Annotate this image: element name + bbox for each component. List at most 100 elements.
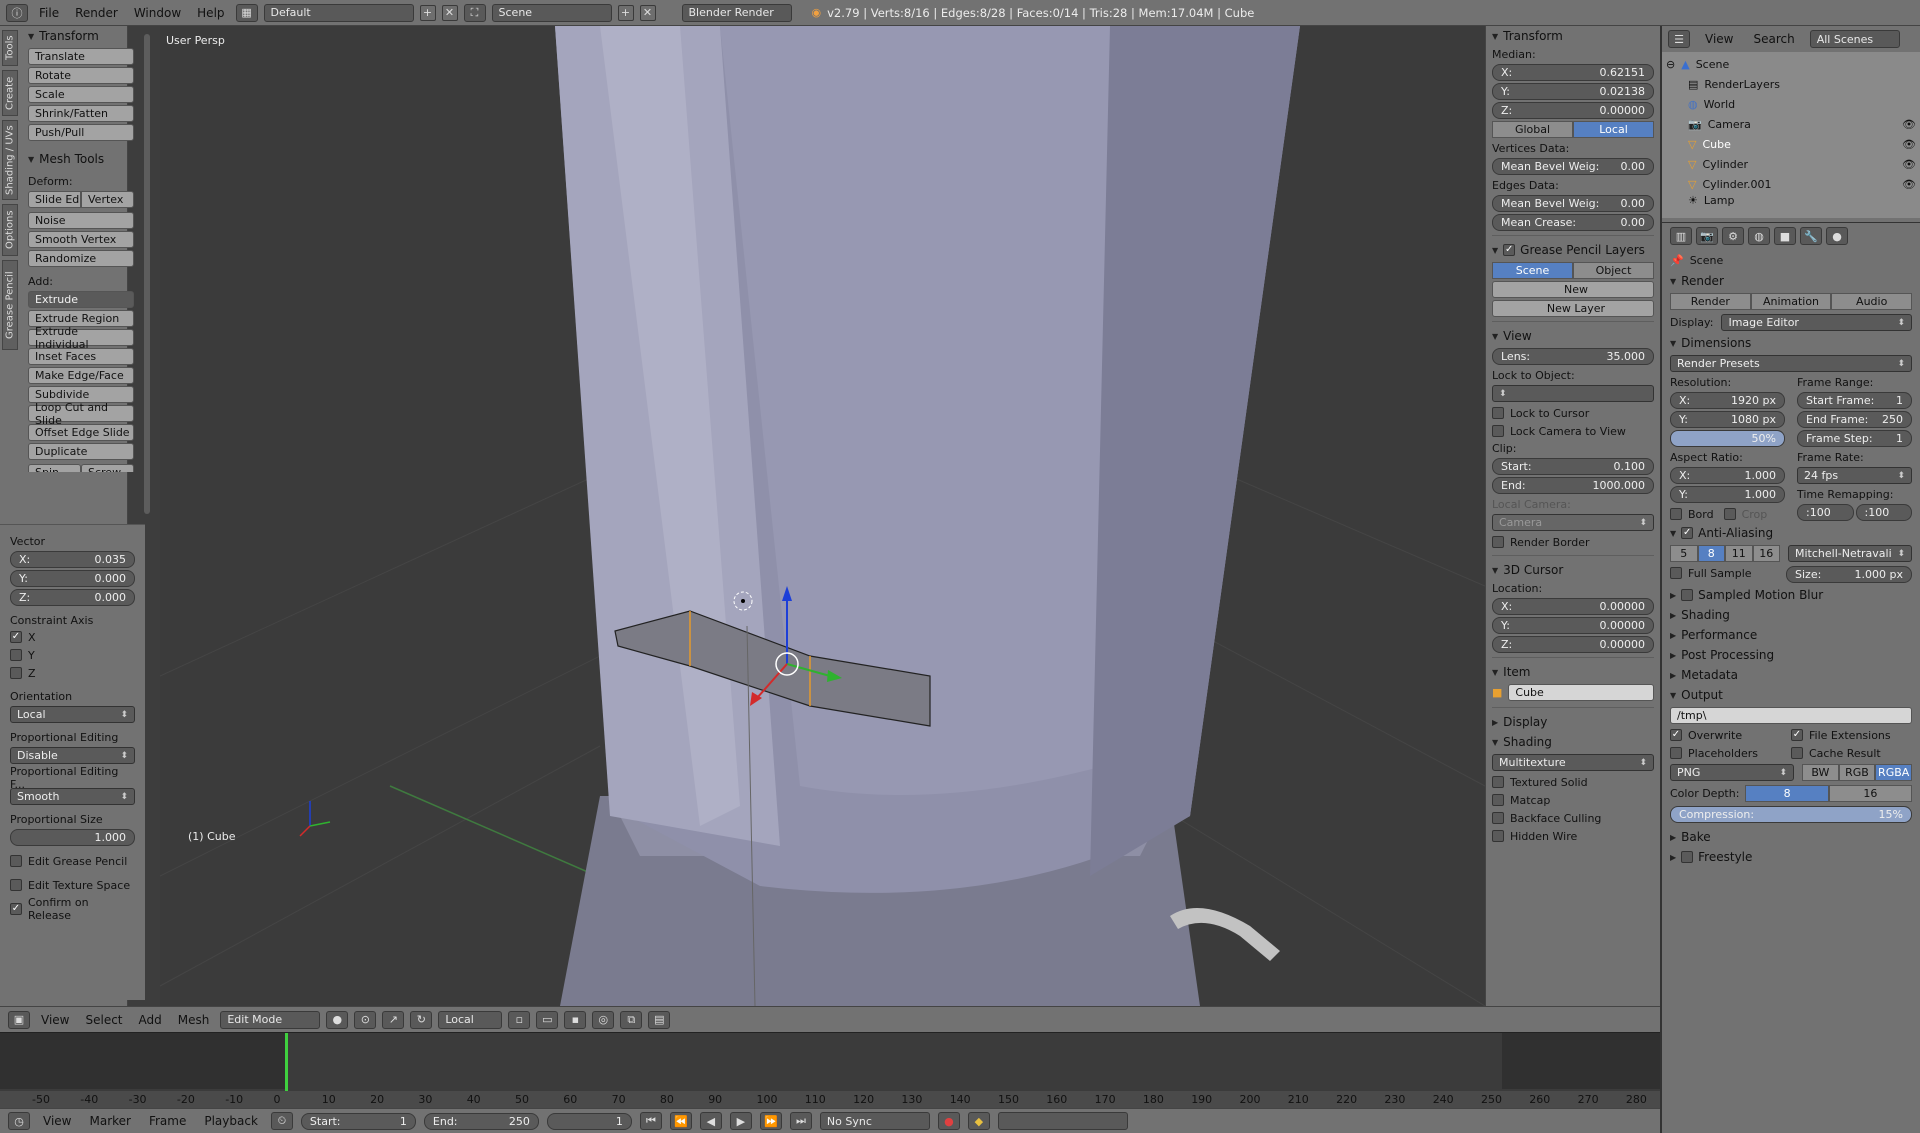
tl-menu-frame[interactable]: Frame (144, 1114, 191, 1128)
lock-object-field[interactable] (1492, 385, 1654, 402)
inset-faces-button[interactable]: Inset Faces (28, 348, 134, 365)
hidden-wire-checkbox[interactable] (1492, 830, 1504, 842)
motion-blur-title[interactable]: Sampled Motion Blur (1698, 588, 1823, 602)
outliner-item-lamp[interactable]: Lamp (1704, 194, 1735, 206)
edit-texture-space-checkbox[interactable] (10, 879, 22, 891)
cylinder001-visibility-icon[interactable]: 👁 (1902, 178, 1916, 191)
vp-menu-mesh[interactable]: Mesh (173, 1013, 215, 1027)
cursor-z-field[interactable]: 0.00000 (1600, 638, 1646, 651)
freestyle-title[interactable]: Freestyle (1698, 850, 1752, 864)
play-reverse-icon[interactable]: ◀ (699, 1112, 722, 1130)
camera-visibility-icon[interactable]: 👁 (1902, 118, 1916, 131)
end-frame-field[interactable]: 250 (1882, 413, 1903, 426)
border-checkbox[interactable] (1670, 508, 1682, 520)
vector-x-field[interactable]: 0.035 (95, 553, 127, 566)
post-processing-title[interactable]: Post Processing (1681, 648, 1774, 662)
tl-current-frame-field[interactable]: 1 (616, 1115, 623, 1128)
matcap-checkbox[interactable] (1492, 794, 1504, 806)
constraint-x-checkbox[interactable]: ✓ (10, 631, 22, 643)
cache-result-checkbox[interactable] (1791, 747, 1803, 759)
material-tab-icon[interactable]: ● (1826, 227, 1848, 245)
pivot-point-icon[interactable]: ⊙ (354, 1010, 377, 1029)
menu-render[interactable]: Render (70, 6, 123, 20)
view-panel-title[interactable]: View (1503, 329, 1531, 343)
grease-pencil-title[interactable]: Grease Pencil Layers (1520, 243, 1645, 257)
cylinder-visibility-icon[interactable]: 👁 (1902, 158, 1916, 171)
record-icon[interactable]: ● (937, 1112, 960, 1130)
constraint-y-checkbox[interactable] (10, 649, 22, 661)
properties-type-icon[interactable]: ▥ (1670, 227, 1692, 245)
frame-step-field[interactable]: 1 (1896, 432, 1903, 445)
outliner-item-scene[interactable]: Scene (1696, 58, 1730, 71)
shading-title[interactable]: Shading (1681, 608, 1730, 622)
outliner-item-camera[interactable]: Camera (1708, 118, 1751, 131)
vp-menu-view[interactable]: View (36, 1013, 74, 1027)
color-rgb-toggle[interactable]: RGB (1838, 764, 1876, 781)
add-scene-button[interactable]: + (617, 4, 634, 21)
display-select[interactable]: Image Editor (1721, 314, 1912, 331)
keying-set-icon[interactable]: ◆ (967, 1112, 990, 1130)
transform-panel-title[interactable]: Transform (39, 29, 99, 43)
3d-viewport[interactable]: User Persp (1) Cube (160, 26, 1485, 1006)
editor-type-icon[interactable]: ▣ (8, 1010, 30, 1029)
world-tab-icon[interactable]: ◍ (1748, 227, 1770, 245)
shading-mode-select[interactable]: Multitexture (1492, 754, 1654, 771)
edge-select-icon[interactable]: ▭ (536, 1010, 559, 1029)
item-panel-title[interactable]: Item (1503, 665, 1530, 679)
duplicate-button[interactable]: Duplicate (28, 443, 134, 460)
metadata-title[interactable]: Metadata (1681, 668, 1738, 682)
mean-crease-field[interactable]: 0.00 (1621, 216, 1646, 229)
anti-aliasing-checkbox[interactable]: ✓ (1681, 527, 1694, 539)
aa-filter-select[interactable]: Mitchell-Netravali (1788, 545, 1912, 562)
gp-new-button[interactable]: New (1492, 281, 1654, 298)
median-y-field[interactable]: 0.02138 (1600, 85, 1646, 98)
aa-samples-5[interactable]: 5 (1670, 545, 1698, 562)
tab-options[interactable]: Options (2, 204, 18, 256)
noise-button[interactable]: Noise (28, 212, 134, 229)
cursor-x-field[interactable]: 0.00000 (1600, 600, 1646, 613)
jump-keyframe-forward-icon[interactable]: ⏩ (759, 1112, 782, 1130)
object-tab-icon[interactable]: ■ (1774, 227, 1796, 245)
jump-start-icon[interactable]: ⏮ (639, 1112, 662, 1130)
rotate-button[interactable]: Rotate (28, 67, 134, 84)
output-path-field[interactable]: /tmp\ (1670, 707, 1912, 724)
aa-samples-8[interactable]: 8 (1697, 545, 1725, 562)
render-tab-icon[interactable]: 📷 (1696, 227, 1718, 245)
use-preview-range-icon[interactable]: ⏲ (270, 1112, 293, 1130)
global-toggle[interactable]: Global (1492, 121, 1573, 138)
res-percent-field[interactable]: 50% (1752, 432, 1776, 445)
make-edge-face-button[interactable]: Make Edge/Face (28, 367, 134, 384)
manipulator-rotate-icon[interactable]: ↻ (410, 1010, 433, 1029)
snap-icon[interactable]: ⧉ (620, 1010, 643, 1029)
scale-button[interactable]: Scale (28, 86, 134, 103)
outliner-item-cylinder001[interactable]: Cylinder.001 (1702, 178, 1771, 191)
textured-solid-checkbox[interactable] (1492, 776, 1504, 788)
file-format-select[interactable]: PNG (1670, 764, 1794, 781)
aa-samples-11[interactable]: 11 (1725, 545, 1753, 562)
outliner-search-menu[interactable]: Search (1748, 32, 1799, 46)
screen-layout-field[interactable]: Default (263, 3, 414, 22)
aa-samples-16[interactable]: 16 (1752, 545, 1780, 562)
push-pull-button[interactable]: Push/Pull (28, 124, 134, 141)
display-mode-select[interactable]: All Scenes (1809, 30, 1900, 48)
outliner-type-icon[interactable]: ☰ (1668, 30, 1690, 48)
shrink-fatten-button[interactable]: Shrink/Fatten (28, 105, 134, 122)
outliner-item-renderlayers[interactable]: RenderLayers (1704, 78, 1780, 91)
n-transform-title[interactable]: Transform (1503, 29, 1563, 43)
tl-start-field[interactable]: 1 (400, 1115, 407, 1128)
outliner-view-menu[interactable]: View (1700, 32, 1738, 46)
manipulator-translate-icon[interactable]: ↗ (382, 1010, 405, 1029)
motion-blur-checkbox[interactable] (1681, 589, 1694, 601)
spin-button[interactable]: Spin (28, 464, 81, 472)
slide-edge-button[interactable]: Slide Ed (28, 191, 81, 208)
depth-8-toggle[interactable]: 8 (1745, 785, 1829, 802)
play-icon[interactable]: ▶ (729, 1112, 752, 1130)
gp-new-layer-button[interactable]: New Layer (1492, 300, 1654, 317)
tab-grease-pencil[interactable]: Grease Pencil (2, 260, 18, 350)
menu-file[interactable]: File (34, 6, 64, 20)
extrude-dropdown[interactable]: Extrude (28, 291, 134, 308)
crop-checkbox[interactable] (1723, 508, 1736, 520)
anti-aliasing-title[interactable]: Anti-Aliasing (1698, 526, 1773, 540)
info-editor-icon[interactable]: ⓘ (6, 3, 28, 22)
file-extensions-checkbox[interactable]: ✓ (1791, 729, 1803, 741)
